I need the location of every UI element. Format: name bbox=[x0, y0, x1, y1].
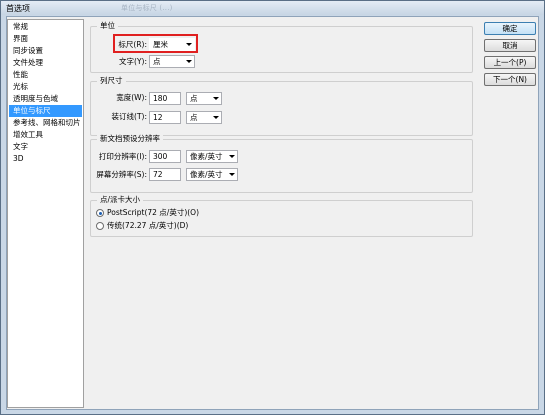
sidebar-item-type[interactable]: 文字 bbox=[9, 141, 82, 153]
postscript-label[interactable]: PostScript(72 点/英寸)(O) bbox=[107, 208, 199, 218]
sidebar-item-general[interactable]: 常规 bbox=[9, 21, 82, 33]
print-resolution-input[interactable]: 300 bbox=[149, 150, 181, 163]
highlight-annotation bbox=[113, 34, 198, 53]
type-label: 文字(Y): bbox=[119, 57, 147, 66]
units-group: 单位 标尺(R): 厘米 文字(Y): 点 bbox=[90, 21, 473, 73]
next-button[interactable]: 下一个(N) bbox=[484, 73, 536, 86]
preferences-dialog: 首选项 单位与标尺 (...) 常规 界面 同步设置 文件处理 性能 光标 透明… bbox=[0, 0, 545, 415]
postscript-radio[interactable] bbox=[96, 209, 104, 217]
cancel-button[interactable]: 取消 bbox=[484, 39, 536, 52]
screen-resolution-unit-select[interactable]: 像素/英寸 bbox=[186, 168, 238, 181]
title-bar[interactable]: 首选项 单位与标尺 (...) bbox=[1, 1, 544, 15]
type-units-value: 点 bbox=[153, 57, 161, 66]
width-input[interactable]: 180 bbox=[149, 92, 181, 105]
screen-resolution-label: 屏幕分辨率(S): bbox=[96, 170, 147, 179]
print-resolution-unit-value: 像素/英寸 bbox=[190, 152, 223, 161]
units-group-title: 单位 bbox=[97, 21, 118, 31]
width-unit-value: 点 bbox=[190, 94, 198, 103]
sidebar-item-sync[interactable]: 同步设置 bbox=[9, 45, 82, 57]
point-pica-size-group: 点/派卡大小 PostScript(72 点/英寸)(O) 传统(72.27 点… bbox=[90, 195, 473, 237]
width-label: 宽度(W): bbox=[116, 93, 147, 102]
gutter-input[interactable]: 12 bbox=[149, 111, 181, 124]
screen-resolution-unit-value: 像素/英寸 bbox=[190, 170, 223, 179]
print-resolution-unit-select[interactable]: 像素/英寸 bbox=[186, 150, 238, 163]
sidebar-item-transparency[interactable]: 透明度与色域 bbox=[9, 93, 82, 105]
traditional-label[interactable]: 传统(72.27 点/英寸)(D) bbox=[107, 221, 188, 231]
chevron-down-icon bbox=[186, 60, 192, 63]
sidebar-item-interface[interactable]: 界面 bbox=[9, 33, 82, 45]
column-size-group-title: 列尺寸 bbox=[97, 76, 126, 86]
new-document-resolution-group: 新文档预设分辨率 打印分辨率(I): 300 像素/英寸 屏幕分辨率(S): 7… bbox=[90, 134, 473, 193]
chevron-down-icon bbox=[213, 97, 219, 100]
sidebar-item-file-handling[interactable]: 文件处理 bbox=[9, 57, 82, 69]
chevron-down-icon bbox=[229, 155, 235, 158]
sidebar-item-performance[interactable]: 性能 bbox=[9, 69, 82, 81]
previous-button[interactable]: 上一个(P) bbox=[484, 56, 536, 69]
category-list: 常规 界面 同步设置 文件处理 性能 光标 透明度与色域 单位与标尺 参考线、网… bbox=[7, 19, 84, 408]
sidebar-item-3d[interactable]: 3D bbox=[9, 153, 82, 165]
chevron-down-icon bbox=[229, 173, 235, 176]
screen-resolution-input[interactable]: 72 bbox=[149, 168, 181, 181]
width-unit-select[interactable]: 点 bbox=[186, 92, 222, 105]
chevron-down-icon bbox=[213, 116, 219, 119]
gutter-label: 装订线(T): bbox=[111, 112, 147, 121]
dialog-body: 常规 界面 同步设置 文件处理 性能 光标 透明度与色域 单位与标尺 参考线、网… bbox=[6, 16, 539, 410]
sidebar-item-cursors[interactable]: 光标 bbox=[9, 81, 82, 93]
sidebar-item-plugins[interactable]: 增效工具 bbox=[9, 129, 82, 141]
window-title: 首选项 bbox=[6, 4, 30, 13]
print-resolution-label: 打印分辨率(I): bbox=[98, 152, 147, 161]
new-document-group-title: 新文档预设分辨率 bbox=[97, 134, 163, 144]
sidebar-item-guides-grid[interactable]: 参考线、网格和切片 bbox=[9, 117, 82, 129]
sidebar-item-units-rulers[interactable]: 单位与标尺 bbox=[9, 105, 82, 117]
blurred-title: 单位与标尺 (...) bbox=[121, 4, 173, 12]
point-pica-group-title: 点/派卡大小 bbox=[97, 195, 144, 205]
gutter-unit-value: 点 bbox=[190, 113, 198, 122]
column-size-group: 列尺寸 宽度(W): 180 点 装订线(T): 12 点 bbox=[90, 76, 473, 136]
gutter-unit-select[interactable]: 点 bbox=[186, 111, 222, 124]
traditional-radio[interactable] bbox=[96, 222, 104, 230]
type-units-select[interactable]: 点 bbox=[149, 55, 195, 68]
ok-button[interactable]: 确定 bbox=[484, 22, 536, 35]
